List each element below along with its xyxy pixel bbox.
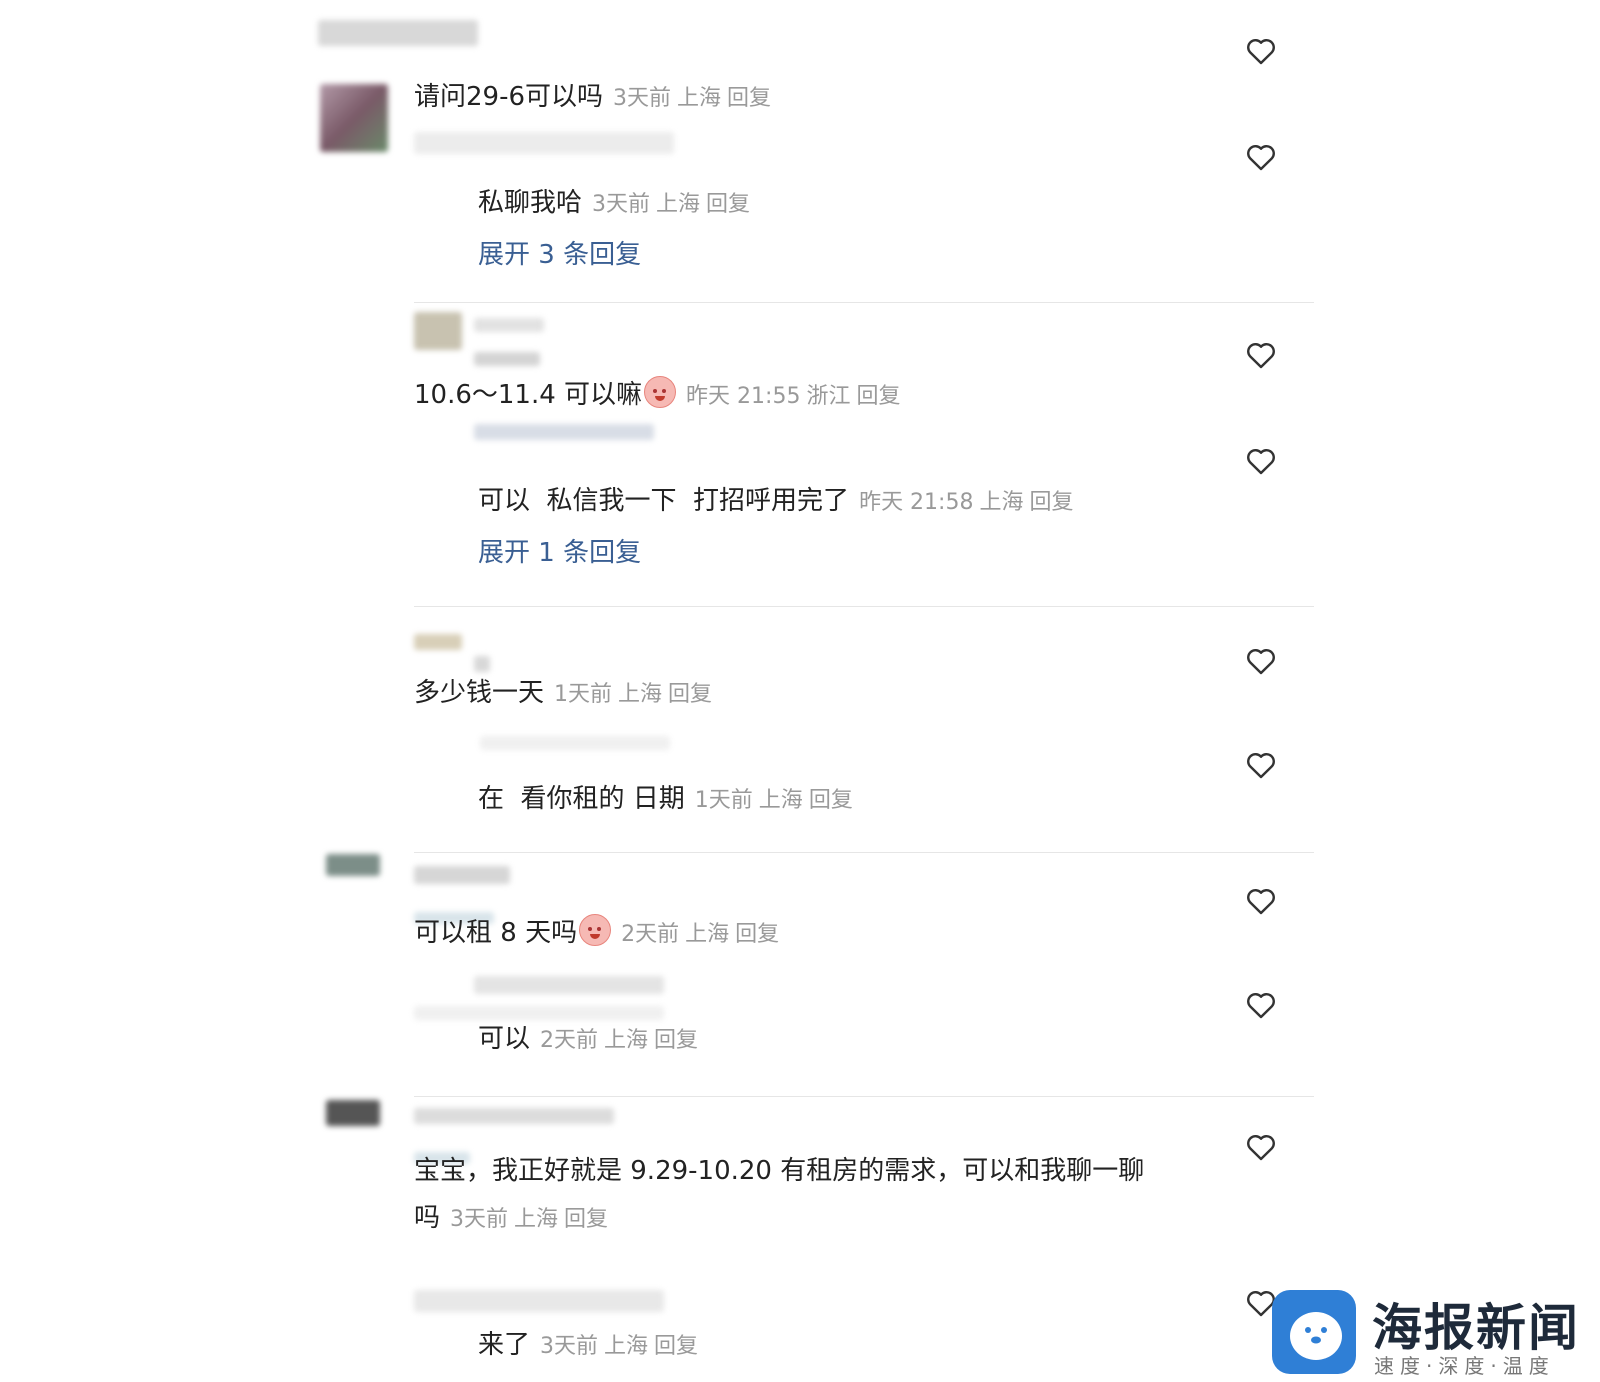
comment-location: 上海 xyxy=(656,192,701,217)
blurred-username xyxy=(414,1108,614,1124)
comment-text: 来了 xyxy=(478,1330,531,1360)
comment-time: 昨天 21:55 xyxy=(686,384,801,409)
blurred-username xyxy=(414,866,510,884)
comment-location: 上海 xyxy=(685,922,730,947)
reply-comment[interactable]: 可以 私信我一下 打招呼用完了 昨天 21:58 上海 回复 xyxy=(478,480,1080,517)
reply-comment[interactable]: 来了 3天前 上海 回复 xyxy=(478,1324,704,1361)
comment-location: 上海 xyxy=(514,1207,559,1232)
comment-location: 上海 xyxy=(677,86,722,111)
avatar[interactable] xyxy=(414,634,462,650)
heart-icon[interactable] xyxy=(1244,1130,1278,1164)
heart-icon[interactable] xyxy=(1244,338,1278,372)
comment-time: 1天前 xyxy=(554,682,613,707)
comment-text-continued: 吗 xyxy=(414,1203,441,1233)
seal-logo-icon xyxy=(1272,1290,1356,1374)
comment-text: 可以租 8 天吗 xyxy=(414,918,578,948)
comment-time: 3天前 xyxy=(613,86,672,111)
comment-text: 在 看你租的 日期 xyxy=(478,784,685,814)
blurred-username xyxy=(474,352,540,366)
heart-icon[interactable] xyxy=(1244,988,1278,1022)
expand-replies-button[interactable]: 展开 3 条回复 xyxy=(478,234,641,271)
blurred-username xyxy=(318,20,478,46)
divider xyxy=(414,1096,1314,1097)
blurred-username xyxy=(474,318,544,332)
heart-icon[interactable] xyxy=(1244,140,1278,174)
blurred-username xyxy=(480,736,670,750)
blurred-username xyxy=(474,976,664,994)
comment[interactable]: 10.6～11.4 可以嘛 昨天 21:55 浙江 回复 xyxy=(414,374,906,411)
comment-text: 多少钱一天 xyxy=(414,678,545,708)
comment-text: 10.6～11.4 可以嘛 xyxy=(414,380,643,410)
comment[interactable]: 可以租 8 天吗 2天前 上海 回复 xyxy=(414,912,785,949)
reply-button[interactable]: 回复 xyxy=(654,1028,698,1053)
comment[interactable]: 宝宝，我正好就是 9.29-10.20 有租房的需求，可以和我聊一聊 吗 3天前上… xyxy=(414,1150,1144,1234)
expand-replies-button[interactable]: 展开 1 条回复 xyxy=(478,532,641,569)
divider xyxy=(414,302,1314,303)
reply-button[interactable]: 回复 xyxy=(727,86,771,111)
avatar[interactable] xyxy=(326,854,380,876)
comment-text: 请问29-6可以吗 xyxy=(414,82,604,112)
heart-icon[interactable] xyxy=(1244,884,1278,918)
comment-location: 浙江 xyxy=(806,384,851,409)
avatar[interactable] xyxy=(414,312,462,350)
reply-comment[interactable]: 私聊我哈 3天前 上海 回复 xyxy=(478,182,756,219)
comment-text: 可以 私信我一下 打招呼用完了 xyxy=(478,486,850,516)
comment-location: 上海 xyxy=(618,682,663,707)
reply-button[interactable]: 回复 xyxy=(735,922,779,947)
reply-comment[interactable]: 可以 2天前 上海 回复 xyxy=(478,1018,704,1055)
divider xyxy=(414,852,1314,853)
comment-time: 3天前 xyxy=(592,192,651,217)
reply-button[interactable]: 回复 xyxy=(809,788,853,813)
crying-face-emoji-icon xyxy=(644,376,677,408)
comment[interactable]: 请问29-6可以吗 3天前 上海 回复 xyxy=(414,76,777,113)
comment-location: 上海 xyxy=(758,788,803,813)
comment-text: 私聊我哈 xyxy=(478,188,583,218)
avatar[interactable] xyxy=(326,1100,380,1126)
reply-button[interactable]: 回复 xyxy=(654,1334,698,1359)
reply-button[interactable]: 回复 xyxy=(706,192,750,217)
reply-button[interactable]: 回复 xyxy=(668,682,712,707)
comment-location: 上海 xyxy=(604,1028,649,1053)
heart-icon[interactable] xyxy=(1244,748,1278,782)
reply-button[interactable]: 回复 xyxy=(564,1207,608,1232)
avatar[interactable] xyxy=(320,84,388,152)
blurred-username xyxy=(414,1290,664,1312)
comment-time: 3天前 xyxy=(540,1334,599,1359)
comment-time: 2天前 xyxy=(621,922,680,947)
reply-button[interactable]: 回复 xyxy=(856,384,900,409)
comment-text: 宝宝，我正好就是 9.29-10.20 有租房的需求，可以和我聊一聊 xyxy=(414,1156,1145,1186)
comment-text: 可以 xyxy=(478,1024,531,1054)
blurred-username xyxy=(474,656,490,672)
reply-button[interactable]: 回复 xyxy=(1029,490,1073,515)
comment-time: 1天前 xyxy=(694,788,753,813)
comment[interactable]: 多少钱一天 1天前 上海 回复 xyxy=(414,672,718,709)
reply-comment[interactable]: 在 看你租的 日期 1天前 上海 回复 xyxy=(478,778,859,815)
heart-icon[interactable] xyxy=(1244,644,1278,678)
comment-time: 2天前 xyxy=(540,1028,599,1053)
watermark-subtitle: 速度·深度·温度 xyxy=(1374,1354,1555,1378)
comment-time: 昨天 21:58 xyxy=(859,490,974,515)
heart-icon[interactable] xyxy=(1244,34,1278,68)
comment-location: 上海 xyxy=(604,1334,649,1359)
comment-time: 3天前 xyxy=(450,1207,509,1232)
watermark-logo: 海报新闻 速度·深度·温度 xyxy=(1272,1288,1592,1378)
blurred-username xyxy=(474,424,654,440)
divider xyxy=(414,606,1314,607)
comment-location: 上海 xyxy=(979,490,1024,515)
heart-icon[interactable] xyxy=(1244,444,1278,478)
blurred-username xyxy=(414,132,674,154)
pleading-face-emoji-icon xyxy=(579,914,612,946)
